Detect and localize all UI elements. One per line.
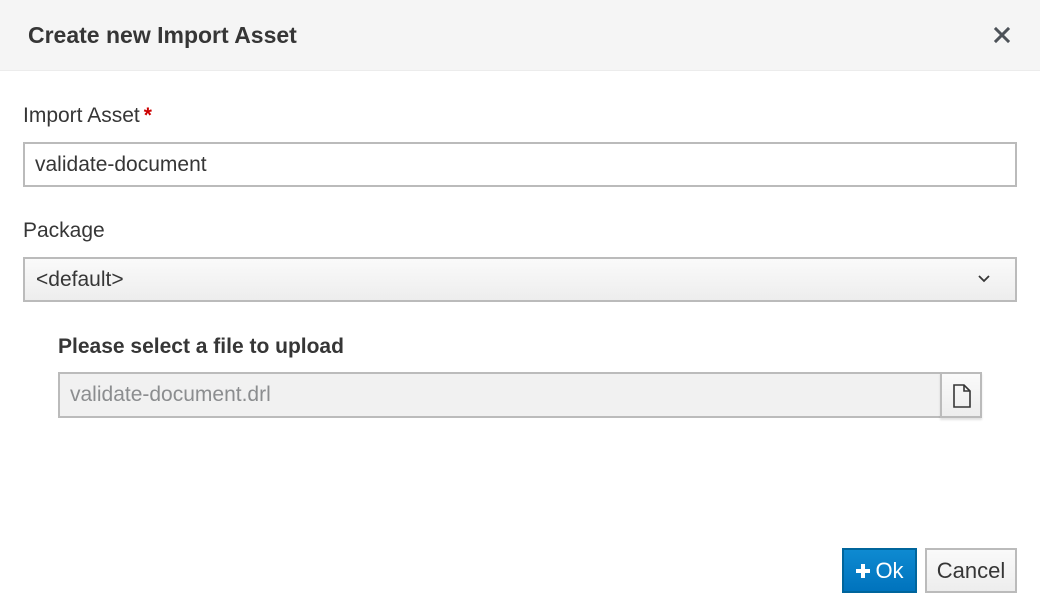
package-select[interactable]: <default> bbox=[23, 257, 1017, 302]
close-icon bbox=[993, 26, 1011, 44]
import-asset-label-text: Import Asset bbox=[23, 104, 140, 127]
close-button[interactable] bbox=[990, 22, 1014, 48]
import-asset-label: Import Asset * bbox=[23, 103, 152, 129]
import-asset-input[interactable] bbox=[23, 142, 1017, 187]
cancel-button[interactable]: Cancel bbox=[925, 548, 1017, 593]
dialog-title: Create new Import Asset bbox=[28, 22, 297, 48]
upload-file-input[interactable] bbox=[58, 372, 941, 418]
plus-icon bbox=[855, 563, 871, 579]
browse-file-button[interactable] bbox=[940, 372, 982, 418]
file-icon bbox=[953, 384, 971, 408]
package-label: Package bbox=[23, 219, 105, 242]
package-select-value: <default> bbox=[36, 268, 124, 291]
upload-label: Please select a file to upload bbox=[58, 335, 344, 358]
ok-button[interactable]: Ok bbox=[842, 548, 917, 593]
required-mark: * bbox=[143, 104, 152, 127]
chevron-down-icon bbox=[977, 274, 991, 284]
cancel-button-label: Cancel bbox=[936, 558, 1006, 583]
ok-button-label: Ok bbox=[875, 558, 904, 583]
dialog-header: Create new Import Asset bbox=[0, 0, 1040, 71]
